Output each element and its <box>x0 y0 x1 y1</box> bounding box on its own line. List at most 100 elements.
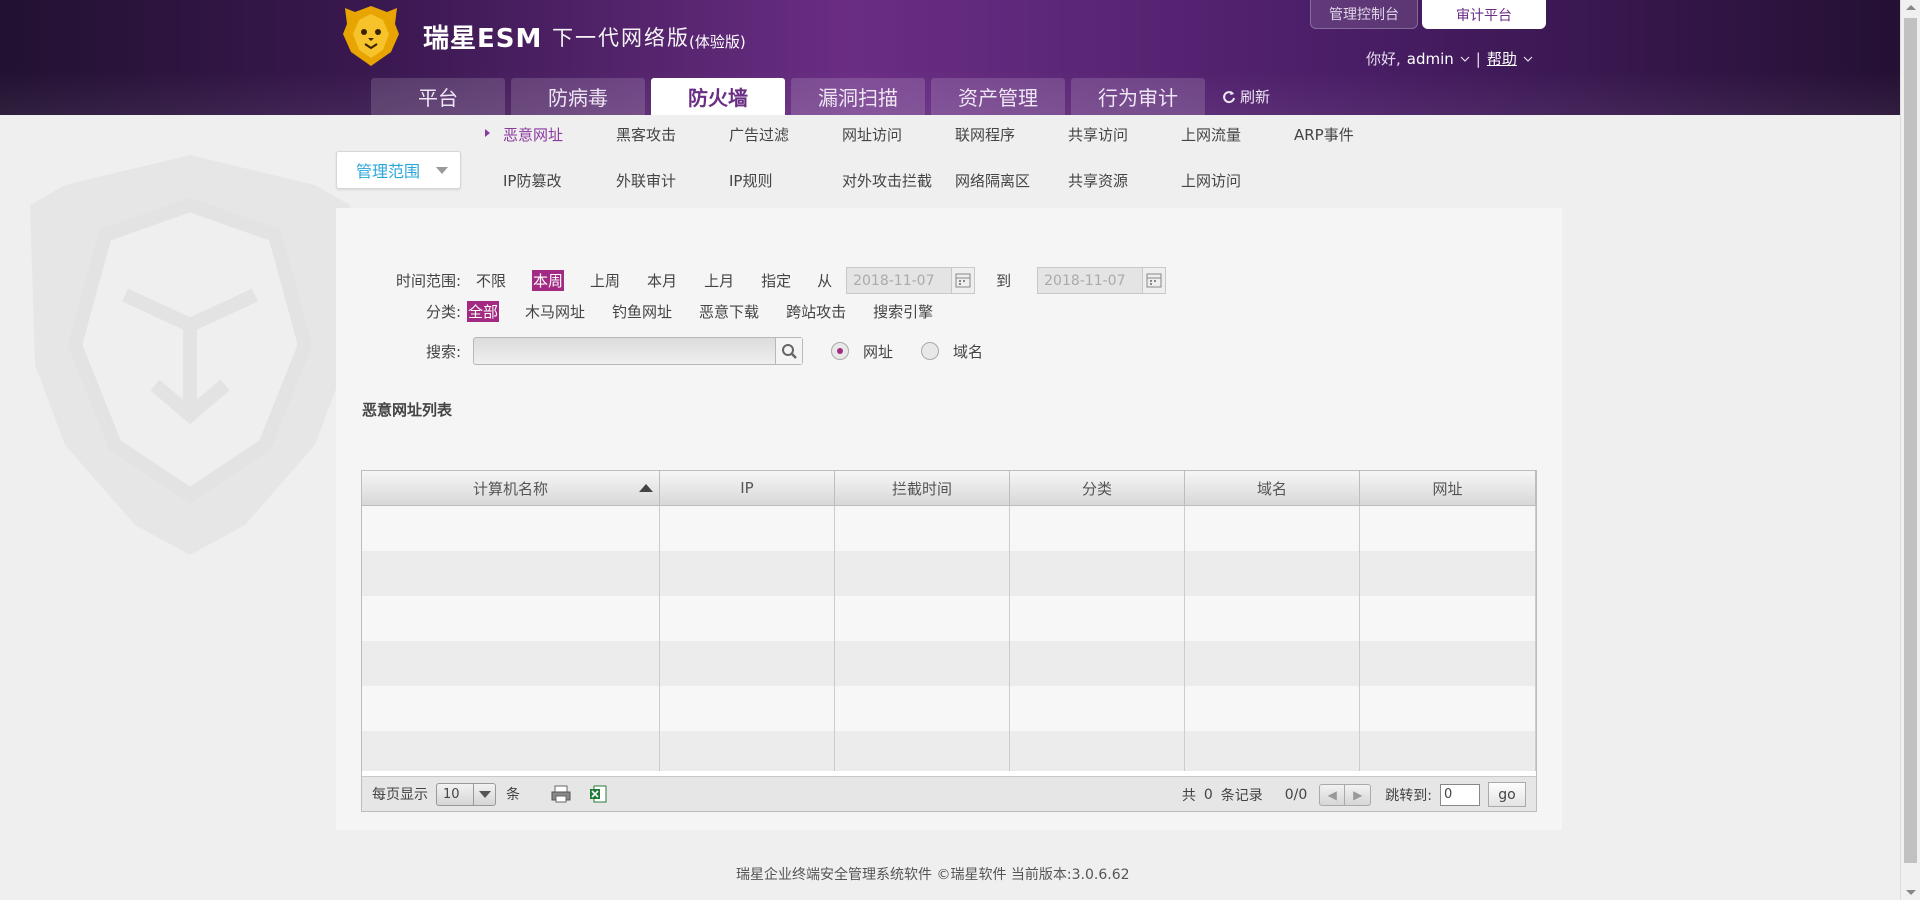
category-trojan-url[interactable]: 木马网址 <box>524 301 586 322</box>
scroll-down-icon[interactable] <box>1906 890 1916 895</box>
column-block-time[interactable]: 拦截时间 <box>835 471 1010 505</box>
jump-label: 跳转到: <box>1385 787 1432 804</box>
table-row <box>362 551 1536 596</box>
search-button[interactable] <box>775 338 802 364</box>
subnav-row-1: 恶意网址 黑客攻击 广告过滤 网址访问 联网程序 共享访问 上网流量 ARP事件 <box>480 124 1384 145</box>
time-filter: 时间范围: 不限 本周 上周 本月 上月 指定 从 2018-11-07 到 2… <box>393 267 1167 294</box>
column-computer-name[interactable]: 计算机名称 <box>362 471 660 505</box>
nav-behavior-audit[interactable]: 行为审计 <box>1071 78 1205 115</box>
subnav-outbound-audit[interactable]: 外联审计 <box>593 170 706 191</box>
page-scrollbar[interactable] <box>1900 0 1920 900</box>
per-page-label: 每页显示 <box>372 787 428 803</box>
category-search-engine[interactable]: 搜索引擎 <box>872 301 934 322</box>
category-all[interactable]: 全部 <box>467 301 500 322</box>
jump-page-input[interactable]: 0 <box>1440 783 1480 806</box>
scroll-up-icon[interactable] <box>1906 5 1916 10</box>
tab-audit-platform[interactable]: 审计平台 <box>1422 0 1546 29</box>
category-filter: 分类: 全部 木马网址 钓鱼网址 恶意下载 跨站攻击 搜索引擎 <box>393 301 959 322</box>
refresh-button[interactable]: 刷新 <box>1222 86 1270 107</box>
nav-firewall[interactable]: 防火墙 <box>651 78 785 115</box>
search-label: 搜索: <box>425 342 461 361</box>
refresh-icon <box>1223 90 1235 103</box>
edition-label: (体验版) <box>689 33 746 51</box>
next-page-icon[interactable]: ▶ <box>1345 785 1370 805</box>
total-suffix: 条记录 <box>1220 787 1263 804</box>
category-phishing-url[interactable]: 钓鱼网址 <box>611 301 673 322</box>
per-page-select[interactable]: 10 <box>436 782 496 806</box>
table-row <box>362 641 1536 686</box>
chevron-down-icon[interactable] <box>1460 55 1470 63</box>
column-domain[interactable]: 域名 <box>1185 471 1360 505</box>
main-nav: 平台 防病毒 防火墙 漏洞扫描 资产管理 行为审计 <box>371 78 1205 115</box>
subnav-url-access[interactable]: 网址访问 <box>819 124 932 145</box>
end-date-input[interactable]: 2018-11-07 <box>1037 267 1167 294</box>
search-icon <box>782 344 797 359</box>
subnav-shared-resources[interactable]: 共享资源 <box>1045 170 1158 191</box>
subnav-hacker-attack[interactable]: 黑客攻击 <box>593 124 706 145</box>
subnav-ip-rules[interactable]: IP规则 <box>706 170 819 191</box>
subnav-internet-traffic[interactable]: 上网流量 <box>1158 124 1271 145</box>
search-input[interactable] <box>473 337 803 365</box>
radio-url[interactable] <box>831 342 849 360</box>
total-prefix: 共 <box>1181 787 1196 804</box>
search-filter: 搜索: 网址 域名 <box>393 337 983 365</box>
time-option-this-month[interactable]: 本月 <box>646 270 678 291</box>
category-malicious-download[interactable]: 恶意下载 <box>698 301 760 322</box>
excel-export-icon[interactable] <box>588 784 608 804</box>
total-count: 0 <box>1203 786 1213 803</box>
time-option-last-week[interactable]: 上周 <box>589 270 621 291</box>
table-header: 计算机名称 IP 拦截时间 分类 域名 网址 <box>362 471 1536 506</box>
nav-antivirus[interactable]: 防病毒 <box>511 78 645 115</box>
lion-logo-icon <box>343 6 399 66</box>
chevron-down-icon <box>436 167 448 174</box>
time-option-this-week[interactable]: 本周 <box>532 270 565 291</box>
subnav-arp-events[interactable]: ARP事件 <box>1271 124 1384 145</box>
scroll-thumb[interactable] <box>1904 18 1917 863</box>
help-link[interactable]: 帮助 <box>1487 48 1517 69</box>
subnav-network-programs[interactable]: 联网程序 <box>932 124 1045 145</box>
go-button[interactable]: go <box>1488 782 1526 807</box>
subnav-ip-tamper[interactable]: IP防篡改 <box>480 170 593 191</box>
prev-page-icon[interactable]: ◀ <box>1320 784 1346 805</box>
radio-domain[interactable] <box>921 342 940 360</box>
page-nav-buttons: ◀ ▶ <box>1319 783 1372 806</box>
lion-watermark-icon <box>30 155 350 555</box>
nav-vuln-scan[interactable]: 漏洞扫描 <box>791 78 925 115</box>
subnav-outbound-attack-block[interactable]: 对外攻击拦截 <box>819 170 932 191</box>
time-option-last-month[interactable]: 上月 <box>703 270 735 291</box>
username[interactable]: admin <box>1407 50 1454 68</box>
user-menu: 你好, admin | 帮助 <box>1366 48 1533 69</box>
management-scope-dropdown[interactable]: 管理范围 <box>336 151 461 189</box>
print-icon[interactable] <box>550 784 572 804</box>
greeting-text: 你好, <box>1366 50 1401 68</box>
nav-asset-mgmt[interactable]: 资产管理 <box>931 78 1065 115</box>
chevron-down-icon[interactable] <box>1523 55 1533 63</box>
column-url[interactable]: 网址 <box>1360 471 1536 505</box>
time-option-unlimited[interactable]: 不限 <box>475 270 507 291</box>
subnav-share-access[interactable]: 共享访问 <box>1045 124 1158 145</box>
calendar-icon[interactable] <box>1142 267 1167 294</box>
page-info: 0/0 <box>1284 786 1308 803</box>
tab-management-console[interactable]: 管理控制台 <box>1310 0 1418 29</box>
time-option-custom[interactable]: 指定 <box>760 270 792 291</box>
platform-switcher: 管理控制台 审计平台 <box>1310 0 1546 29</box>
table-pager: 每页显示 10 条 共 0 条记录 0/0 ◀ ▶ 跳转到: 0 go <box>362 776 1536 811</box>
column-ip[interactable]: IP <box>660 471 835 505</box>
subnav-ad-filter[interactable]: 广告过滤 <box>706 124 819 145</box>
start-date-input[interactable]: 2018-11-07 <box>846 267 976 294</box>
subnav-malicious-url[interactable]: 恶意网址 <box>480 124 593 145</box>
subnav-internet-access[interactable]: 上网访问 <box>1158 170 1271 191</box>
calendar-icon[interactable] <box>951 267 976 294</box>
subnav-network-isolation[interactable]: 网络隔离区 <box>932 170 1045 191</box>
category-xss-attack[interactable]: 跨站攻击 <box>785 301 847 322</box>
column-category[interactable]: 分类 <box>1010 471 1185 505</box>
nav-platform[interactable]: 平台 <box>371 78 505 115</box>
end-date-value: 2018-11-07 <box>1044 272 1126 289</box>
time-range-label: 时间范围: <box>395 272 461 290</box>
table-body <box>362 506 1536 771</box>
chevron-down-icon <box>473 783 495 805</box>
radio-domain-label: 域名 <box>953 342 984 361</box>
list-title: 恶意网址列表 <box>362 401 453 419</box>
malicious-url-table: 计算机名称 IP 拦截时间 分类 域名 网址 每页显示 10 条 共 0 条记录… <box>361 470 1537 812</box>
column-label: 计算机名称 <box>472 479 548 498</box>
